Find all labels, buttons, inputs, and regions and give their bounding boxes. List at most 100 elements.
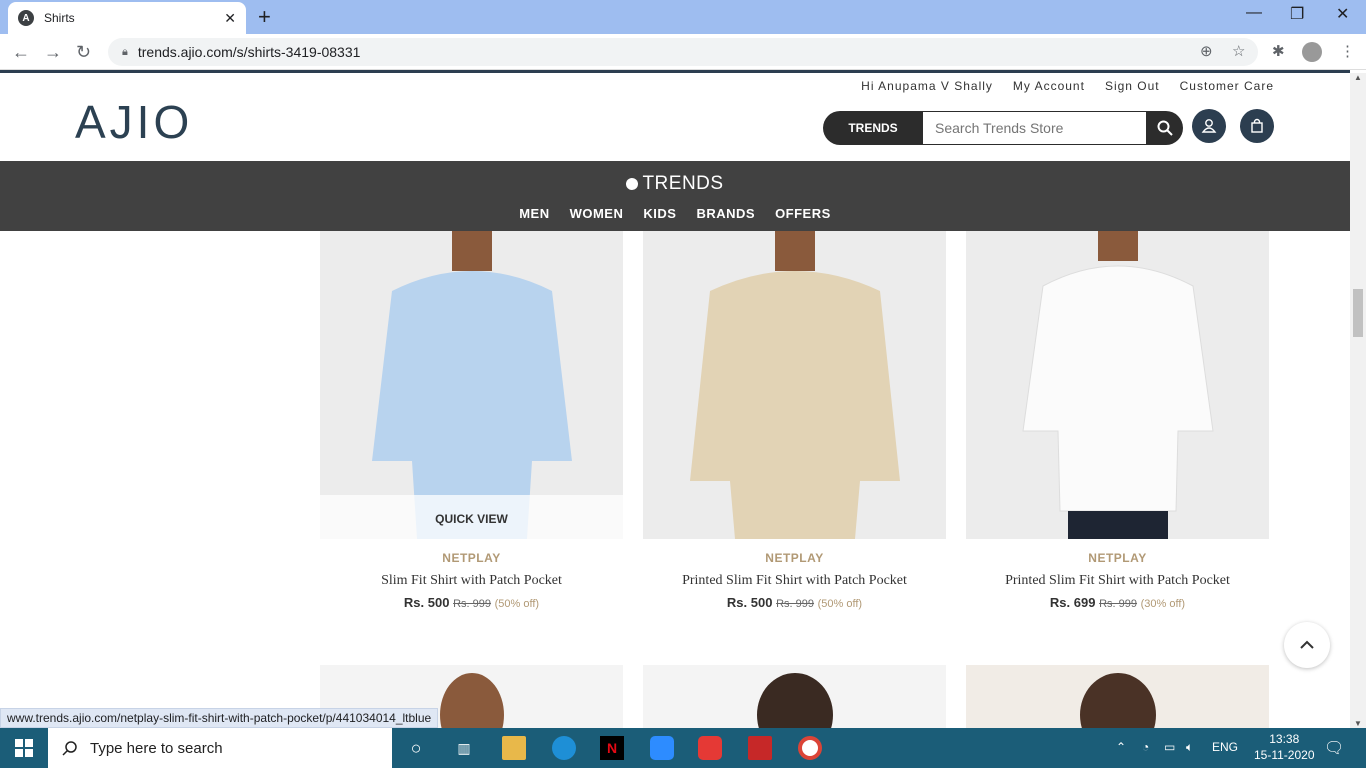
product-card[interactable] [966,665,1269,728]
clock-time: 13:38 [1269,732,1300,746]
product-brand: NETPLAY [765,551,824,565]
url-field[interactable]: 🔒︎ trends.ajio.com/s/shirts-3419-08331 [108,38,1258,66]
volume-icon[interactable]: 🔈︎ [1186,740,1193,755]
original-price: Rs. 999 [1099,598,1138,610]
search-input[interactable] [923,111,1147,145]
category-nav: TRENDS MEN WOMEN KIDS BRANDS OFFERS [0,161,1350,231]
taskbar-search[interactable]: Type here to search [48,728,392,768]
forward-icon[interactable]: → [44,42,62,63]
scroll-up-icon[interactable]: ▲ [1354,73,1362,82]
shirt-image [1021,231,1214,539]
shirt-image [689,231,900,539]
cart-button[interactable] [1240,109,1274,143]
file-explorer-icon[interactable] [502,736,526,760]
product-image[interactable] [966,665,1269,728]
trends-logo-icon [626,178,639,190]
menu-kebab-icon[interactable]: ⋮ [1340,42,1355,60]
install-app-icon[interactable]: ⊕ [1200,42,1213,60]
user-icon [1201,119,1217,133]
link-status-bubble: www.trends.ajio.com/netplay-slim-fit-shi… [0,708,439,728]
trends-logo[interactable]: TRENDS [0,173,1350,195]
product-image[interactable] [966,231,1269,539]
chevron-up-icon [1300,640,1314,649]
task-view-icon[interactable]: ▥ [452,736,476,760]
recorder-icon[interactable] [698,736,722,760]
site-header: AJIO Hi Anupama V Shally My Account Sign… [0,73,1350,161]
browser-tab-strip: A Shirts ✕ + — ❐ ✕ [0,0,1366,34]
minimize-icon[interactable]: — [1246,4,1262,22]
reload-icon[interactable]: ↻ [76,42,91,63]
language-indicator[interactable]: ENG [1212,740,1238,754]
start-button[interactable] [0,728,48,768]
quick-view-button[interactable]: QUICK VIEW [320,495,623,539]
acrobat-icon[interactable] [748,736,772,760]
lock-icon: 🔒︎ [122,45,128,58]
battery-icon[interactable]: ▭ [1164,740,1175,754]
trends-logo-text: TRENDS [642,173,724,194]
search-button[interactable] [1147,111,1183,145]
product-price: Rs. 500 Rs. 999 (50% off) [320,595,623,610]
address-bar: ← → ↻ 🔒︎ trends.ajio.com/s/shirts-3419-0… [0,34,1366,70]
original-price: Rs. 999 [453,598,492,610]
netflix-icon[interactable]: N [600,736,624,760]
nav-men[interactable]: MEN [519,206,549,221]
discount-label: (30% off) [1140,598,1186,610]
site-favicon-icon: A [18,10,34,26]
nav-kids[interactable]: KIDS [643,206,676,221]
page-scrollbar[interactable]: ▲ ▼ [1350,73,1366,728]
system-clock[interactable]: 13:38 15-11-2020 [1254,731,1315,763]
main-nav: MEN WOMEN KIDS BRANDS OFFERS [0,206,1350,221]
greeting-link[interactable]: Hi Anupama V Shally [861,79,993,93]
browser-tab[interactable]: A Shirts ✕ [8,2,246,34]
tab-close-icon[interactable]: ✕ [224,10,236,27]
ajio-logo[interactable]: AJIO [75,95,193,149]
taskbar-search-text: Type here to search [90,739,223,757]
account-links: Hi Anupama V Shally My Account Sign Out … [861,79,1274,93]
product-card[interactable]: NETPLAY Printed Slim Fit Shirt with Patc… [643,231,946,610]
product-image[interactable] [643,231,946,539]
wifi-icon[interactable]: ◔ [1142,740,1149,754]
product-grid: QUICK VIEW NETPLAY Slim Fit Shirt with P… [0,231,1350,728]
url-text: trends.ajio.com/s/shirts-3419-08331 [137,44,361,60]
new-tab-icon[interactable]: + [258,4,271,30]
maximize-icon[interactable]: ❐ [1290,4,1304,24]
product-image[interactable]: QUICK VIEW [320,231,623,539]
scroll-down-icon[interactable]: ▼ [1354,719,1362,728]
my-account-link[interactable]: My Account [1013,79,1085,93]
nav-offers[interactable]: OFFERS [775,206,831,221]
back-to-top-button[interactable] [1284,622,1330,668]
extensions-icon[interactable]: ✱ [1272,42,1285,60]
clock-date: 15-11-2020 [1254,748,1315,762]
model-head-image [439,673,504,728]
product-name[interactable]: Printed Slim Fit Shirt with Patch Pocket [643,573,946,589]
windows-logo-icon [15,739,33,757]
scrollbar-thumb[interactable] [1353,289,1363,337]
product-card[interactable]: QUICK VIEW NETPLAY Slim Fit Shirt with P… [320,231,623,610]
cortana-icon[interactable]: ○ [404,736,428,760]
back-icon[interactable]: ← [12,42,30,63]
show-hidden-icons-icon[interactable]: ⌃ [1116,740,1126,754]
windows-taskbar: Type here to search ○ ▥ N ⌃ ◔ ▭ 🔈︎ ENG 1… [0,728,1366,768]
original-price: Rs. 999 [776,598,815,610]
zoom-icon[interactable] [650,736,674,760]
chrome-icon[interactable] [798,736,822,760]
nav-brands[interactable]: BRANDS [696,206,755,221]
profile-avatar[interactable] [1302,42,1322,62]
product-name[interactable]: Printed Slim Fit Shirt with Patch Pocket [966,573,1269,589]
product-image[interactable] [643,665,946,728]
sale-price: Rs. 699 [1049,595,1096,610]
nav-women[interactable]: WOMEN [570,206,624,221]
bag-icon [1251,118,1263,133]
account-button[interactable] [1192,109,1226,143]
product-card[interactable] [643,665,946,728]
sign-out-link[interactable]: Sign Out [1105,79,1160,93]
product-brand: NETPLAY [442,551,501,565]
bookmark-star-icon[interactable]: ☆ [1232,42,1245,60]
model-head-image [756,673,833,728]
product-name[interactable]: Slim Fit Shirt with Patch Pocket [320,573,623,589]
customer-care-link[interactable]: Customer Care [1180,79,1274,93]
window-close-icon[interactable]: ✕ [1336,4,1349,24]
product-card[interactable]: NETPLAY Printed Slim Fit Shirt with Patc… [966,231,1269,610]
edge-icon[interactable] [552,736,576,760]
notifications-icon[interactable]: 🗨︎ [1324,738,1344,758]
